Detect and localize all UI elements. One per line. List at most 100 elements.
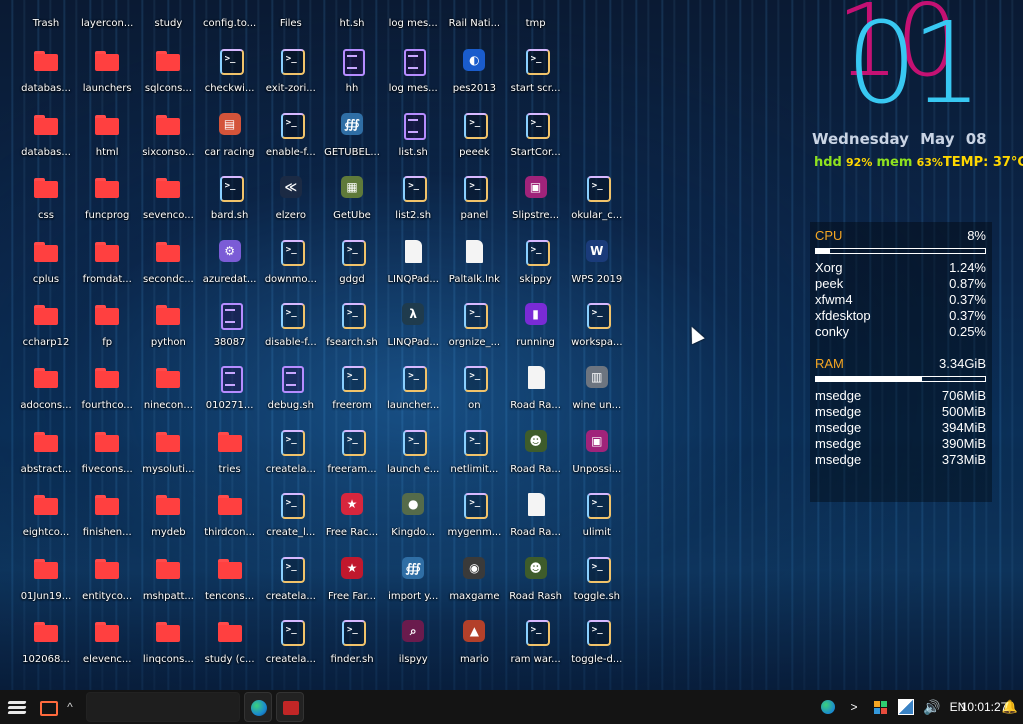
desktop-item[interactable]: fourthco...	[75, 362, 139, 424]
desktop-item[interactable]: launchers	[75, 45, 139, 107]
desktop-item[interactable]: toggle.sh	[565, 553, 629, 615]
desktop-item[interactable]: freerom	[320, 362, 384, 424]
desktop-item[interactable]: Rail Nati...	[442, 0, 506, 44]
desktop-item[interactable]: databas...	[14, 109, 78, 171]
desktop-item[interactable]: orgnize_...	[442, 299, 506, 361]
desktop-item[interactable]: 01Jun19...	[14, 553, 78, 615]
desktop-item[interactable]: html	[75, 109, 139, 171]
desktop-item[interactable]: checkwi...	[198, 45, 262, 107]
desktop-item[interactable]: createla...	[259, 616, 323, 678]
desktop-item[interactable]: fp	[75, 299, 139, 361]
desktop-item[interactable]: GetUbe	[320, 172, 384, 234]
files-launcher-icon[interactable]	[34, 690, 60, 724]
desktop-item[interactable]: tencons...	[198, 553, 262, 615]
desktop-item[interactable]: Free Rac...	[320, 489, 384, 551]
desktop-item[interactable]: sevenco...	[136, 172, 200, 234]
desktop-item[interactable]: entityco...	[75, 553, 139, 615]
desktop-item[interactable]: on	[442, 362, 506, 424]
desktop-item[interactable]: finishen...	[75, 489, 139, 551]
notification-bell-icon[interactable]: 🔔	[997, 690, 1023, 724]
desktop-item[interactable]: cplus	[14, 236, 78, 298]
desktop-item[interactable]: car racing	[198, 109, 262, 171]
desktop-item[interactable]: sqlcons...	[136, 45, 200, 107]
desktop-item[interactable]: downmo...	[259, 236, 323, 298]
desktop-item[interactable]: fsearch.sh	[320, 299, 384, 361]
desktop-item[interactable]: Road Ra...	[504, 426, 568, 488]
desktop-item[interactable]: Road Ra...	[504, 489, 568, 551]
desktop-item[interactable]: createla...	[259, 553, 323, 615]
desktop-item[interactable]: sixconso...	[136, 109, 200, 171]
desktop-item[interactable]: study	[136, 0, 200, 44]
desktop-item[interactable]: funcprog	[75, 172, 139, 234]
desktop-item[interactable]: ninecon...	[136, 362, 200, 424]
desktop-item[interactable]: mygenm...	[442, 489, 506, 551]
desktop-item[interactable]: debug.sh	[259, 362, 323, 424]
desktop-item[interactable]: linqcons...	[136, 616, 200, 678]
desktop-item[interactable]: wine un...	[565, 362, 629, 424]
desktop-item[interactable]: config.to...	[198, 0, 262, 44]
desktop-item[interactable]: list2.sh	[381, 172, 445, 234]
app-grid-tray-icon[interactable]	[867, 690, 893, 724]
desktop-item[interactable]: finder.sh	[320, 616, 384, 678]
desktop-item[interactable]: list.sh	[381, 109, 445, 171]
desktop-item[interactable]: ilspyy	[381, 616, 445, 678]
desktop-item[interactable]: LINQPad...	[381, 236, 445, 298]
clock-time[interactable]: 10:01:27	[961, 690, 1008, 724]
desktop-item[interactable]: WPS 2019	[565, 236, 629, 298]
taskbar-search-box[interactable]	[86, 692, 240, 722]
desktop-item[interactable]: okular_c...	[565, 172, 629, 234]
desktop-item[interactable]: skippy	[504, 236, 568, 298]
desktop-item[interactable]: gdgd	[320, 236, 384, 298]
desktop-item[interactable]: mysoluti...	[136, 426, 200, 488]
desktop-item[interactable]: thirdcon...	[198, 489, 262, 551]
chevron-up-icon[interactable]: ^	[60, 690, 80, 724]
desktop-item[interactable]: tries	[198, 426, 262, 488]
desktop-item[interactable]: mario	[442, 616, 506, 678]
desktop-item[interactable]: log mes...	[381, 0, 445, 44]
desktop-item[interactable]: elevenc...	[75, 616, 139, 678]
desktop-item[interactable]: layercon...	[75, 0, 139, 44]
chevron-right-icon[interactable]: >	[841, 690, 867, 724]
desktop-item[interactable]: study (c...	[198, 616, 262, 678]
desktop-item[interactable]: Slipstre...	[504, 172, 568, 234]
edge-tray-icon[interactable]	[815, 690, 841, 724]
desktop-item[interactable]: tmp	[504, 0, 568, 44]
desktop-item[interactable]: adocons...	[14, 362, 78, 424]
desktop-item[interactable]: azuredat...	[198, 236, 262, 298]
desktop-item[interactable]: createla...	[259, 426, 323, 488]
desktop-item[interactable]: enable-f...	[259, 109, 323, 171]
desktop-item[interactable]: start scr...	[504, 45, 568, 107]
desktop-item[interactable]: mshpatt...	[136, 553, 200, 615]
desktop-item[interactable]: Paltalk.lnk	[442, 236, 506, 298]
desktop-item[interactable]: Files	[259, 0, 323, 44]
desktop-item[interactable]: elzero	[259, 172, 323, 234]
network-tray-icon[interactable]	[893, 690, 919, 724]
desktop-item[interactable]: Kingdo...	[381, 489, 445, 551]
desktop-item[interactable]: fromdat...	[75, 236, 139, 298]
desktop-item[interactable]: abstract...	[14, 426, 78, 488]
desktop-item[interactable]: python	[136, 299, 200, 361]
desktop-item[interactable]: databas...	[14, 45, 78, 107]
desktop-item[interactable]: peeek	[442, 109, 506, 171]
desktop-item[interactable]: netlimit...	[442, 426, 506, 488]
desktop-item[interactable]: Road Ra...	[504, 362, 568, 424]
desktop-item[interactable]: 010271...	[198, 362, 262, 424]
desktop-item[interactable]: LINQPad...	[381, 299, 445, 361]
desktop-item[interactable]: create_l...	[259, 489, 323, 551]
desktop-item[interactable]: import y...	[381, 553, 445, 615]
road-rash-task-icon[interactable]	[276, 692, 304, 722]
desktop-item[interactable]: exit-zori...	[259, 45, 323, 107]
desktop-item[interactable]: launcher...	[381, 362, 445, 424]
desktop-item[interactable]: fivecons...	[75, 426, 139, 488]
desktop-item[interactable]: 102068...	[14, 616, 78, 678]
desktop-item[interactable]: Unpossi...	[565, 426, 629, 488]
desktop-item[interactable]: toggle-d...	[565, 616, 629, 678]
desktop-item[interactable]: pes2013	[442, 45, 506, 107]
desktop-item[interactable]: ccharp12	[14, 299, 78, 361]
desktop-item[interactable]: mydeb	[136, 489, 200, 551]
desktop-item[interactable]: Trash	[14, 0, 78, 44]
desktop-item[interactable]: workspa...	[565, 299, 629, 361]
desktop-item[interactable]: GETUBEL...	[320, 109, 384, 171]
desktop-item[interactable]: ht.sh	[320, 0, 384, 44]
desktop-item[interactable]: maxgame	[442, 553, 506, 615]
